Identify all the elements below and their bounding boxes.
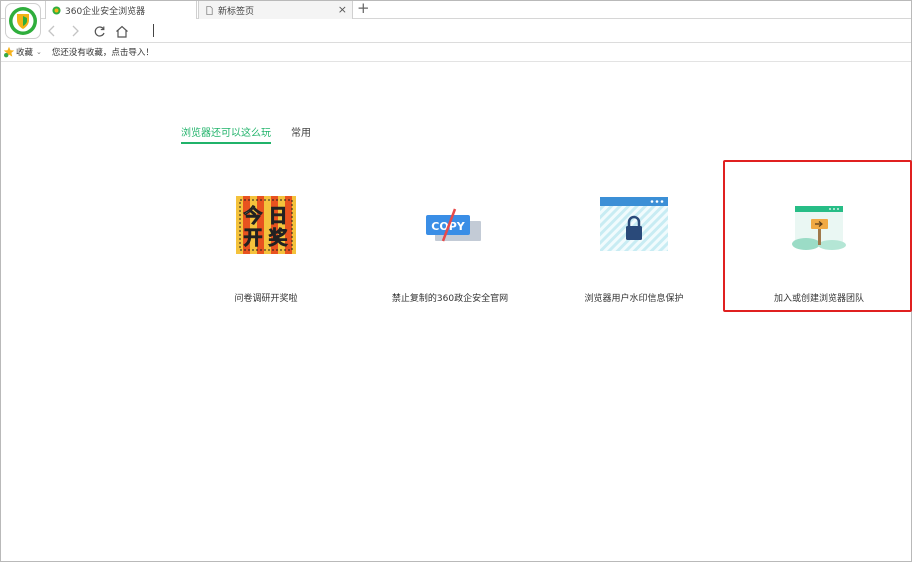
lottery-char-1: 今	[242, 204, 262, 227]
address-bar-input[interactable]	[153, 24, 154, 37]
back-icon[interactable]	[44, 23, 60, 39]
tab-common[interactable]: 常用	[291, 124, 311, 144]
watermark-lock-icon	[600, 197, 668, 251]
card-label: 浏览器用户水印信息保护	[584, 294, 684, 304]
forward-icon[interactable]	[67, 23, 83, 39]
card-label: 问卷调研开奖啦	[234, 294, 298, 304]
tab-new-tab[interactable]: 新标签页 ×	[198, 1, 353, 19]
content-tabs: 浏览器还可以这么玩 常用	[181, 124, 331, 144]
chevron-down-icon[interactable]: ⌄	[36, 48, 42, 56]
favorites-label[interactable]: 收藏	[16, 46, 33, 58]
tab-360-browser[interactable]: 360企业安全浏览器	[45, 1, 197, 19]
browser-logo-icon[interactable]	[5, 3, 41, 39]
lottery-char-3: 开	[243, 227, 262, 249]
tab-strip: 360企业安全浏览器 新标签页 × +	[1, 0, 911, 19]
tab-browser-tricks[interactable]: 浏览器还可以这么玩	[181, 124, 271, 144]
refresh-icon[interactable]	[91, 23, 107, 39]
highlight-box	[723, 160, 912, 312]
lottery-char-2: 日	[268, 205, 287, 227]
lottery-icon: 今 日 开 奖	[236, 196, 296, 254]
page-icon	[206, 5, 213, 15]
navigation-toolbar	[1, 19, 911, 43]
browser-window: 360企业安全浏览器 新标签页 × + 收藏 ⌄ 您还没有收藏，点击导入！ 浏览…	[0, 0, 912, 562]
tab-title: 新标签页	[218, 6, 255, 17]
card-label: 禁止复制的360政企安全官网	[391, 294, 509, 304]
no-copy-icon: COPY	[426, 208, 481, 242]
browser-logo-small-icon	[52, 5, 61, 15]
favorites-bar: 收藏 ⌄ 您还没有收藏，点击导入！	[1, 43, 911, 62]
star-icon	[3, 46, 15, 58]
new-tab-button[interactable]: +	[357, 0, 370, 17]
card-no-copy-site[interactable]: COPY 禁止复制的360政企安全官网	[365, 191, 535, 304]
card-survey-lottery[interactable]: 今 日 开 奖 问卷调研开奖啦	[181, 191, 351, 304]
close-tab-icon[interactable]: ×	[338, 3, 347, 16]
tab-title: 360企业安全浏览器	[65, 6, 146, 17]
import-favorites-link[interactable]: 您还没有收藏，点击导入！	[52, 46, 154, 58]
home-icon[interactable]	[114, 23, 130, 39]
lottery-char-4: 奖	[268, 226, 288, 249]
card-watermark-protection[interactable]: 浏览器用户水印信息保护	[549, 191, 719, 304]
